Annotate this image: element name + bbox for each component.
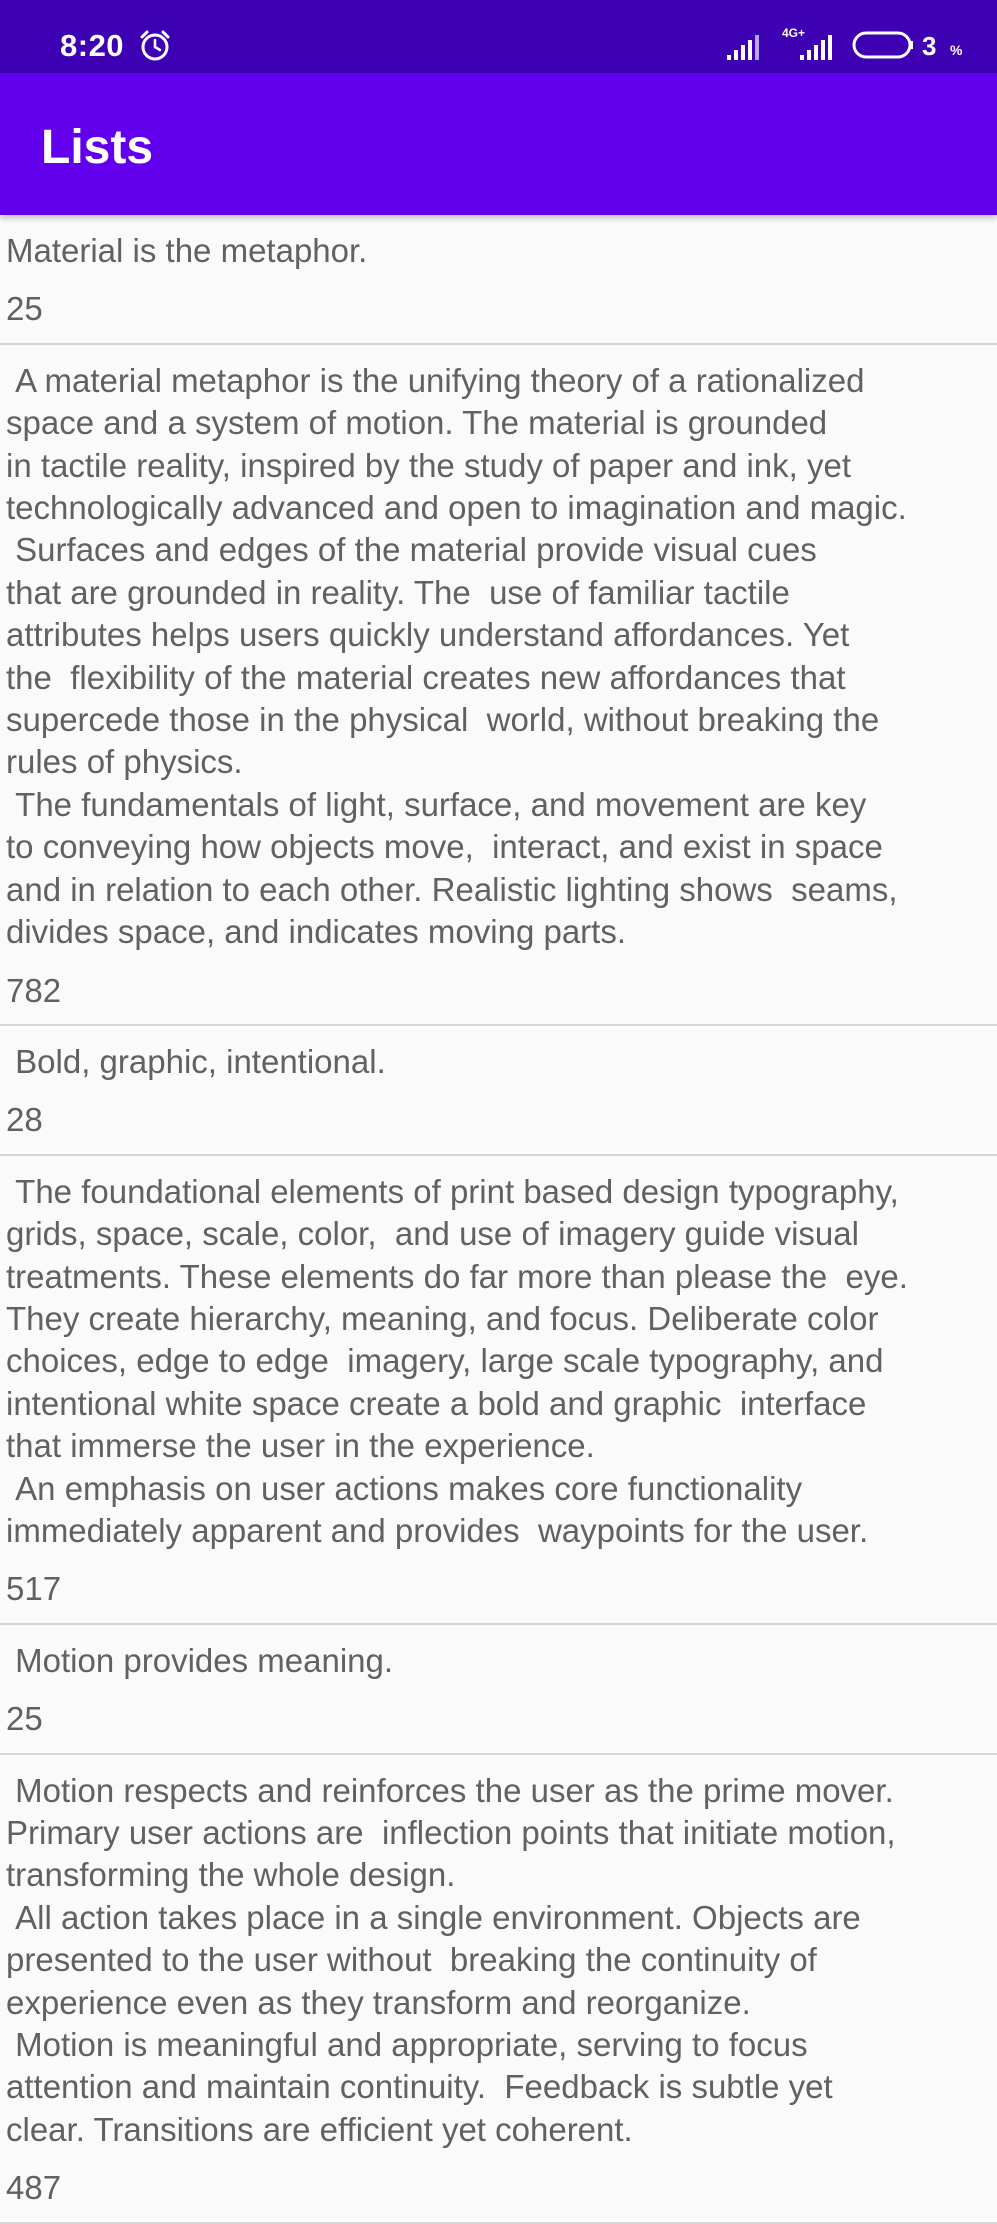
status-bar: 8:20 4G+ 3 % xyxy=(0,0,997,73)
battery-unit: % xyxy=(950,42,963,58)
item-count: 25 xyxy=(6,1700,43,1738)
item-text: Bold, graphic, intentional. xyxy=(6,1042,386,1080)
item-list[interactable]: Material is the metaphor. 25 A material … xyxy=(0,215,997,2224)
app-bar: Lists xyxy=(0,73,997,215)
list-item[interactable]: Motion provides meaning. 25 xyxy=(0,1625,997,1755)
list-item[interactable]: A material metaphor is the unifying theo… xyxy=(0,345,997,1026)
signal-strength-icon xyxy=(800,35,832,60)
battery-level: 3 xyxy=(922,31,937,61)
item-count: 517 xyxy=(6,1570,62,1608)
item-count: 28 xyxy=(6,1101,43,1139)
item-text: The foundational elements of print based… xyxy=(6,1172,908,1549)
app-title: Lists xyxy=(41,121,154,174)
list-item[interactable]: Bold, graphic, intentional. 28 xyxy=(0,1026,997,1156)
item-text: Material is the metaphor. xyxy=(6,232,368,269)
item-count: 25 xyxy=(6,290,43,328)
item-text: A material metaphor is the unifying theo… xyxy=(6,361,907,951)
signal-strength-icon xyxy=(727,35,759,60)
item-text: Motion provides meaning. xyxy=(6,1641,394,1679)
status-time: 8:20 xyxy=(60,28,125,63)
list-item[interactable]: Motion respects and reinforces the user … xyxy=(0,1755,997,2224)
list-item[interactable]: Material is the metaphor. 25 xyxy=(0,215,997,345)
list-item[interactable]: The foundational elements of print based… xyxy=(0,1156,997,1625)
battery-icon xyxy=(852,31,913,59)
item-count: 487 xyxy=(6,2169,62,2207)
alarm-icon xyxy=(140,30,170,61)
item-count: 782 xyxy=(6,971,62,1009)
item-text: Motion respects and reinforces the user … xyxy=(6,1771,896,2148)
